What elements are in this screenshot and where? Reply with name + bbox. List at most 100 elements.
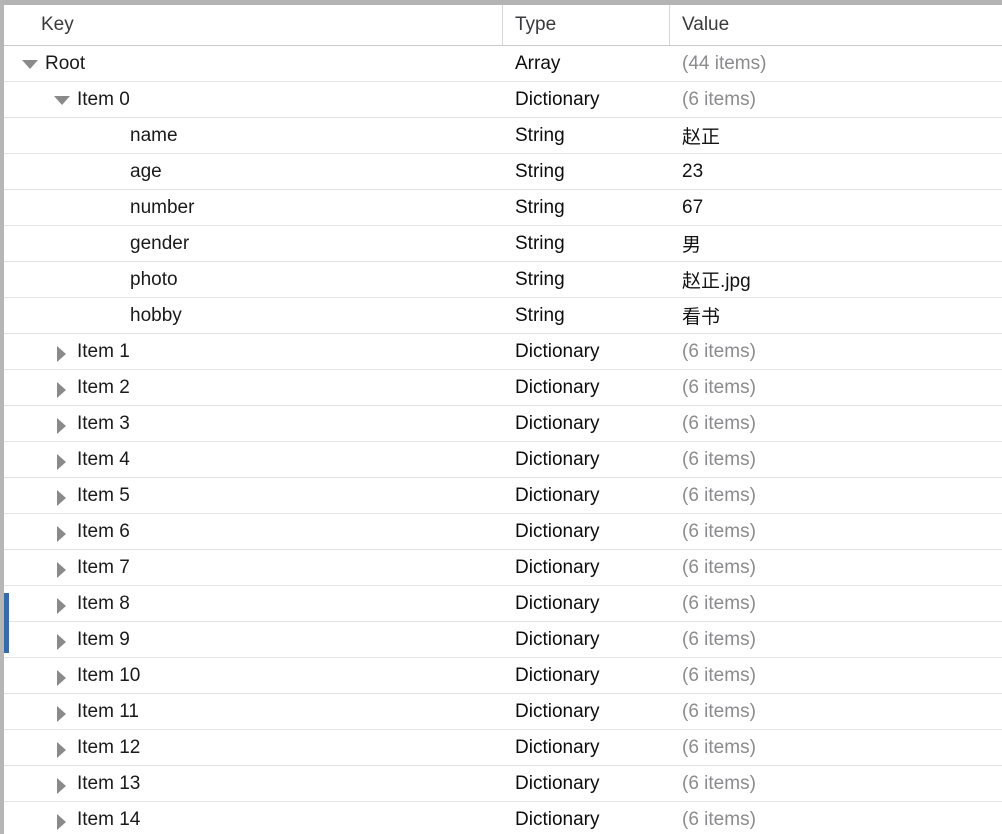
triangle-right-icon[interactable] [52, 694, 72, 729]
cell-value[interactable]: (6 items) [669, 658, 1002, 693]
column-header-value[interactable]: Value [669, 5, 1002, 45]
cell-type[interactable]: String [502, 226, 669, 261]
table-row[interactable]: RootArray(44 items) [4, 46, 1002, 82]
cell-type[interactable]: Dictionary [502, 334, 669, 369]
triangle-right-icon[interactable] [52, 406, 72, 441]
cell-type[interactable]: Dictionary [502, 730, 669, 765]
cell-value[interactable]: (6 items) [669, 370, 1002, 405]
cell-value[interactable]: 23 [669, 154, 1002, 189]
table-row[interactable]: photoString赵正.jpg [4, 262, 1002, 298]
table-row[interactable]: Item 4Dictionary(6 items) [4, 442, 1002, 478]
cell-type[interactable]: Dictionary [502, 550, 669, 585]
cell-key[interactable]: Item 6 [4, 514, 502, 549]
triangle-right-icon[interactable] [52, 730, 72, 765]
cell-key[interactable]: Item 14 [4, 802, 502, 834]
cell-key[interactable]: Item 5 [4, 478, 502, 513]
cell-key[interactable]: Item 7 [4, 550, 502, 585]
cell-key[interactable]: Root [4, 46, 502, 81]
table-row[interactable]: genderString男 [4, 226, 1002, 262]
cell-type[interactable]: Dictionary [502, 586, 669, 621]
cell-key[interactable]: Item 8 [4, 586, 502, 621]
triangle-right-icon[interactable] [52, 334, 72, 369]
cell-value[interactable]: 赵正 [669, 118, 1002, 153]
cell-key[interactable]: hobby [4, 298, 502, 333]
cell-key[interactable]: Item 11 [4, 694, 502, 729]
cell-type[interactable]: Dictionary [502, 406, 669, 441]
cell-key[interactable]: Item 4 [4, 442, 502, 477]
cell-type[interactable]: Dictionary [502, 802, 669, 834]
cell-type[interactable]: Dictionary [502, 514, 669, 549]
cell-value[interactable]: (6 items) [669, 478, 1002, 513]
cell-value[interactable]: (6 items) [669, 730, 1002, 765]
triangle-down-icon[interactable] [20, 46, 40, 81]
table-row[interactable]: Item 2Dictionary(6 items) [4, 370, 1002, 406]
table-row[interactable]: Item 13Dictionary(6 items) [4, 766, 1002, 802]
table-row[interactable]: Item 7Dictionary(6 items) [4, 550, 1002, 586]
cell-value[interactable]: 67 [669, 190, 1002, 225]
triangle-right-icon[interactable] [52, 622, 72, 657]
cell-key[interactable]: Item 9 [4, 622, 502, 657]
cell-value[interactable]: (6 items) [669, 622, 1002, 657]
table-row[interactable]: Item 0Dictionary(6 items) [4, 82, 1002, 118]
cell-key[interactable]: age [4, 154, 502, 189]
table-row[interactable]: nameString赵正 [4, 118, 1002, 154]
cell-value[interactable]: (6 items) [669, 82, 1002, 117]
cell-key[interactable]: number [4, 190, 502, 225]
cell-value[interactable]: (6 items) [669, 442, 1002, 477]
cell-type[interactable]: Dictionary [502, 370, 669, 405]
cell-type[interactable]: Dictionary [502, 478, 669, 513]
table-row[interactable]: Item 3Dictionary(6 items) [4, 406, 1002, 442]
cell-value[interactable]: 赵正.jpg [669, 262, 1002, 297]
cell-value[interactable]: 男 [669, 226, 1002, 261]
triangle-right-icon[interactable] [52, 658, 72, 693]
table-row[interactable]: Item 1Dictionary(6 items) [4, 334, 1002, 370]
cell-type[interactable]: String [502, 262, 669, 297]
table-row[interactable]: Item 9Dictionary(6 items) [4, 622, 1002, 658]
table-row[interactable]: numberString67 [4, 190, 1002, 226]
table-row[interactable]: Item 5Dictionary(6 items) [4, 478, 1002, 514]
table-row[interactable]: Item 10Dictionary(6 items) [4, 658, 1002, 694]
cell-key[interactable]: name [4, 118, 502, 153]
cell-type[interactable]: Dictionary [502, 766, 669, 801]
table-row[interactable]: Item 14Dictionary(6 items) [4, 802, 1002, 834]
table-row[interactable]: Item 6Dictionary(6 items) [4, 514, 1002, 550]
cell-value[interactable]: (6 items) [669, 550, 1002, 585]
cell-value[interactable]: 看书 [669, 298, 1002, 333]
cell-type[interactable]: String [502, 154, 669, 189]
cell-type[interactable]: Dictionary [502, 622, 669, 657]
cell-value[interactable]: (44 items) [669, 46, 1002, 81]
cell-type[interactable]: String [502, 190, 669, 225]
table-row[interactable]: Item 12Dictionary(6 items) [4, 730, 1002, 766]
cell-value[interactable]: (6 items) [669, 766, 1002, 801]
cell-key[interactable]: Item 10 [4, 658, 502, 693]
cell-value[interactable]: (6 items) [669, 802, 1002, 834]
triangle-right-icon[interactable] [52, 550, 72, 585]
cell-key[interactable]: Item 12 [4, 730, 502, 765]
cell-value[interactable]: (6 items) [669, 586, 1002, 621]
triangle-right-icon[interactable] [52, 586, 72, 621]
cell-key[interactable]: Item 2 [4, 370, 502, 405]
column-header-key[interactable]: Key [4, 5, 502, 45]
column-header-type[interactable]: Type [502, 5, 669, 45]
cell-type[interactable]: Dictionary [502, 694, 669, 729]
table-row[interactable]: ageString23 [4, 154, 1002, 190]
triangle-right-icon[interactable] [52, 766, 72, 801]
cell-type[interactable]: Dictionary [502, 658, 669, 693]
cell-type[interactable]: Array [502, 46, 669, 81]
triangle-right-icon[interactable] [52, 370, 72, 405]
cell-key[interactable]: Item 13 [4, 766, 502, 801]
table-row[interactable]: hobbyString看书 [4, 298, 1002, 334]
triangle-right-icon[interactable] [52, 802, 72, 834]
cell-value[interactable]: (6 items) [669, 694, 1002, 729]
cell-key[interactable]: gender [4, 226, 502, 261]
cell-key[interactable]: photo [4, 262, 502, 297]
triangle-down-icon[interactable] [52, 82, 72, 117]
cell-type[interactable]: Dictionary [502, 82, 669, 117]
cell-type[interactable]: String [502, 298, 669, 333]
cell-value[interactable]: (6 items) [669, 334, 1002, 369]
table-row[interactable]: Item 8Dictionary(6 items) [4, 586, 1002, 622]
triangle-right-icon[interactable] [52, 442, 72, 477]
cell-type[interactable]: Dictionary [502, 442, 669, 477]
cell-key[interactable]: Item 1 [4, 334, 502, 369]
cell-key[interactable]: Item 0 [4, 82, 502, 117]
